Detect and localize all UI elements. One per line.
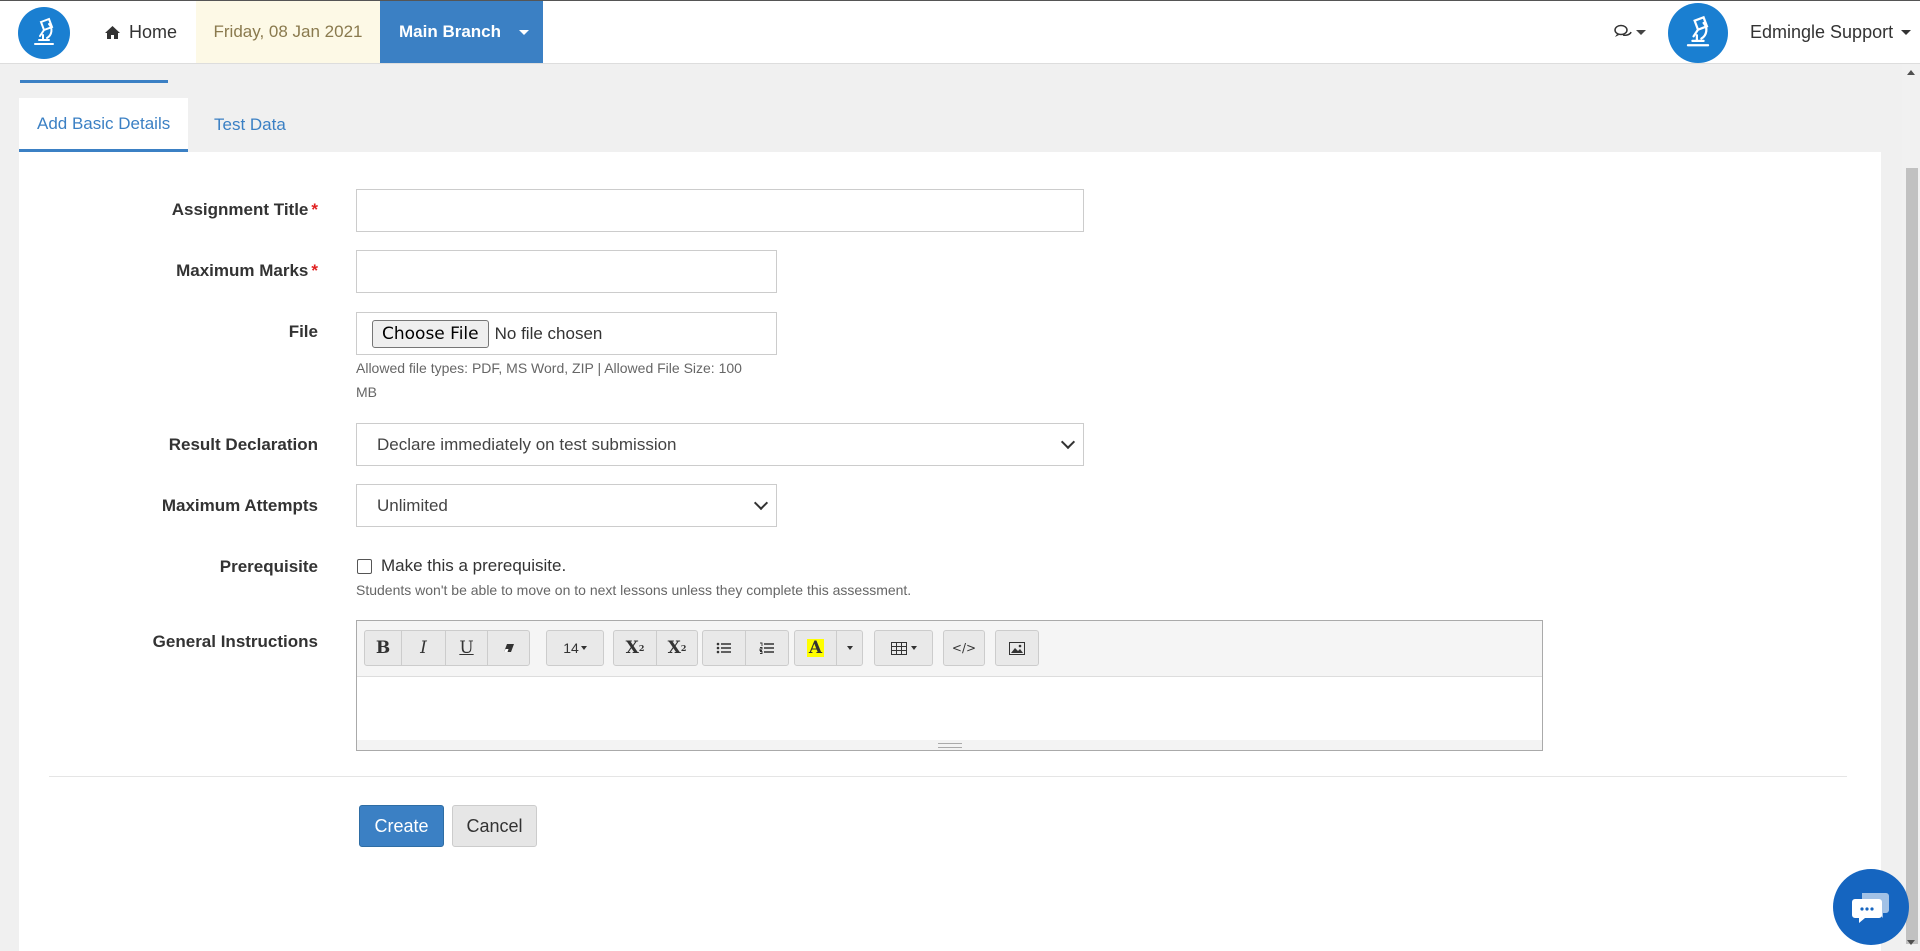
chevron-down-icon: [910, 646, 917, 650]
insert-table-button[interactable]: [874, 630, 933, 666]
editor-toolbar: B I U 14 X2 X2 A </>: [357, 621, 1542, 677]
underline-button[interactable]: U: [445, 630, 488, 666]
table-icon: [890, 641, 907, 655]
prerequisite-checkbox[interactable]: [357, 559, 372, 574]
result-declaration-select[interactable]: Declare immediately on test submission: [356, 423, 1084, 466]
editor-content-area[interactable]: [357, 677, 1542, 739]
editor-resize-handle[interactable]: [357, 740, 1542, 750]
superscript-glyph: X: [625, 638, 639, 658]
microscope-icon: [1686, 15, 1710, 47]
superscript-button[interactable]: X2: [613, 630, 657, 666]
subscript-button[interactable]: X2: [656, 630, 698, 666]
chat-bubbles-icon: [1614, 24, 1632, 37]
nav-home-link[interactable]: Home: [104, 1, 177, 63]
result-declaration-label: Result Declaration: [168, 435, 318, 454]
scroll-thumb[interactable]: [1906, 168, 1918, 944]
user-menu[interactable]: Edmingle Support: [1750, 1, 1912, 63]
numbered-list-icon: [759, 642, 774, 654]
form-divider: [49, 776, 1847, 777]
list-group: [702, 630, 789, 666]
microscope-icon: [34, 17, 54, 45]
assignment-title-label: Assignment Title *: [18, 200, 318, 220]
table-group: [874, 630, 933, 666]
file-help-text: Allowed file types: PDF, MS Word, ZIP | …: [356, 360, 742, 400]
general-instructions-label: General Instructions: [152, 632, 318, 651]
code-group: </>: [943, 630, 985, 666]
maximum-attempts-label: Maximum Attempts: [161, 496, 318, 515]
create-button[interactable]: Create: [359, 805, 444, 847]
image-icon: [1009, 641, 1025, 655]
clear-format-button[interactable]: [487, 630, 530, 666]
script-group: X2 X2: [613, 630, 698, 666]
page-scrollbar[interactable]: [1902, 64, 1920, 951]
chevron-down-icon: [519, 29, 530, 35]
messages-dropdown[interactable]: [1614, 1, 1646, 63]
maximum-attempts-value: Unlimited: [377, 495, 448, 515]
text-style-group: B I U: [364, 630, 530, 666]
chat-icon: [1852, 893, 1889, 923]
ordered-list-button[interactable]: [745, 630, 789, 666]
cancel-button[interactable]: Cancel: [452, 805, 537, 847]
chevron-down-icon: [753, 495, 769, 510]
app-logo[interactable]: [18, 7, 70, 59]
chevron-down-icon: [580, 646, 587, 650]
scroll-up-arrow-icon[interactable]: [1907, 70, 1915, 75]
font-size-group: 14: [546, 630, 604, 666]
maximum-marks-label: Maximum Marks *: [18, 261, 318, 281]
prerequisite-label: Prerequisite: [219, 557, 318, 576]
font-size-value: 14: [563, 640, 579, 656]
subscript-glyph: X: [667, 638, 681, 658]
highlight-color-icon: A: [806, 638, 825, 658]
superscript-mark: 2: [638, 643, 645, 653]
chevron-down-icon: [1060, 434, 1076, 449]
branch-name: Main Branch: [399, 22, 502, 41]
branch-selector[interactable]: Main Branch: [380, 1, 543, 63]
chevron-down-icon: [1636, 29, 1646, 35]
scroll-down-arrow-icon[interactable]: [1907, 940, 1915, 945]
font-size-dropdown[interactable]: 14: [546, 630, 604, 666]
current-date: Friday, 08 Jan 2021: [196, 1, 380, 63]
assignment-title-input[interactable]: [356, 189, 1084, 232]
header-accent-line: [20, 80, 168, 83]
result-declaration-value: Declare immediately on test submission: [377, 434, 677, 454]
highlight-group: A: [794, 630, 863, 666]
required-marker: *: [311, 261, 318, 280]
maximum-attempts-select[interactable]: Unlimited: [356, 484, 777, 527]
highlight-color-dropdown[interactable]: [836, 630, 863, 666]
maximum-marks-input[interactable]: [356, 250, 777, 293]
home-icon: [105, 25, 120, 39]
choose-file-button[interactable]: Choose File: [372, 319, 489, 348]
subscript-mark: 2: [680, 643, 687, 653]
prerequisite-help-text: Students won't be able to move on to nex…: [356, 582, 912, 598]
avatar[interactable]: [1668, 3, 1728, 63]
bold-button[interactable]: B: [364, 630, 402, 666]
user-name: Edmingle Support: [1750, 21, 1894, 42]
prerequisite-checkbox-label[interactable]: Make this a prerequisite.: [381, 556, 566, 576]
rich-text-editor: B I U 14 X2 X2 A </>: [356, 620, 1543, 751]
maximum-marks-label-text: Maximum Marks: [176, 261, 309, 280]
eraser-icon: [503, 644, 514, 652]
live-chat-button[interactable]: [1833, 869, 1909, 945]
required-marker: *: [311, 200, 318, 219]
highlight-color-button[interactable]: A: [794, 630, 837, 666]
nav-home-label: Home: [129, 21, 178, 42]
code-view-button[interactable]: </>: [943, 630, 985, 666]
tab-add-basic-details[interactable]: Add Basic Details: [19, 98, 189, 152]
unordered-list-button[interactable]: [702, 630, 746, 666]
file-input[interactable]: Choose File No file chosen: [356, 312, 777, 355]
resize-grip-icon: [937, 742, 962, 748]
chevron-down-icon: [846, 646, 853, 650]
tab-test-data[interactable]: Test Data: [196, 98, 304, 152]
top-navbar: Home Friday, 08 Jan 2021 Main Branch Edm…: [0, 0, 1920, 64]
assignment-title-label-text: Assignment Title: [171, 200, 309, 219]
bullet-list-icon: [716, 642, 731, 654]
italic-button[interactable]: I: [401, 630, 446, 666]
chevron-down-icon: [1901, 29, 1912, 35]
file-status: No file chosen: [494, 323, 603, 343]
image-group: [995, 630, 1039, 666]
insert-image-button[interactable]: [995, 630, 1039, 666]
file-label: File: [288, 322, 318, 341]
